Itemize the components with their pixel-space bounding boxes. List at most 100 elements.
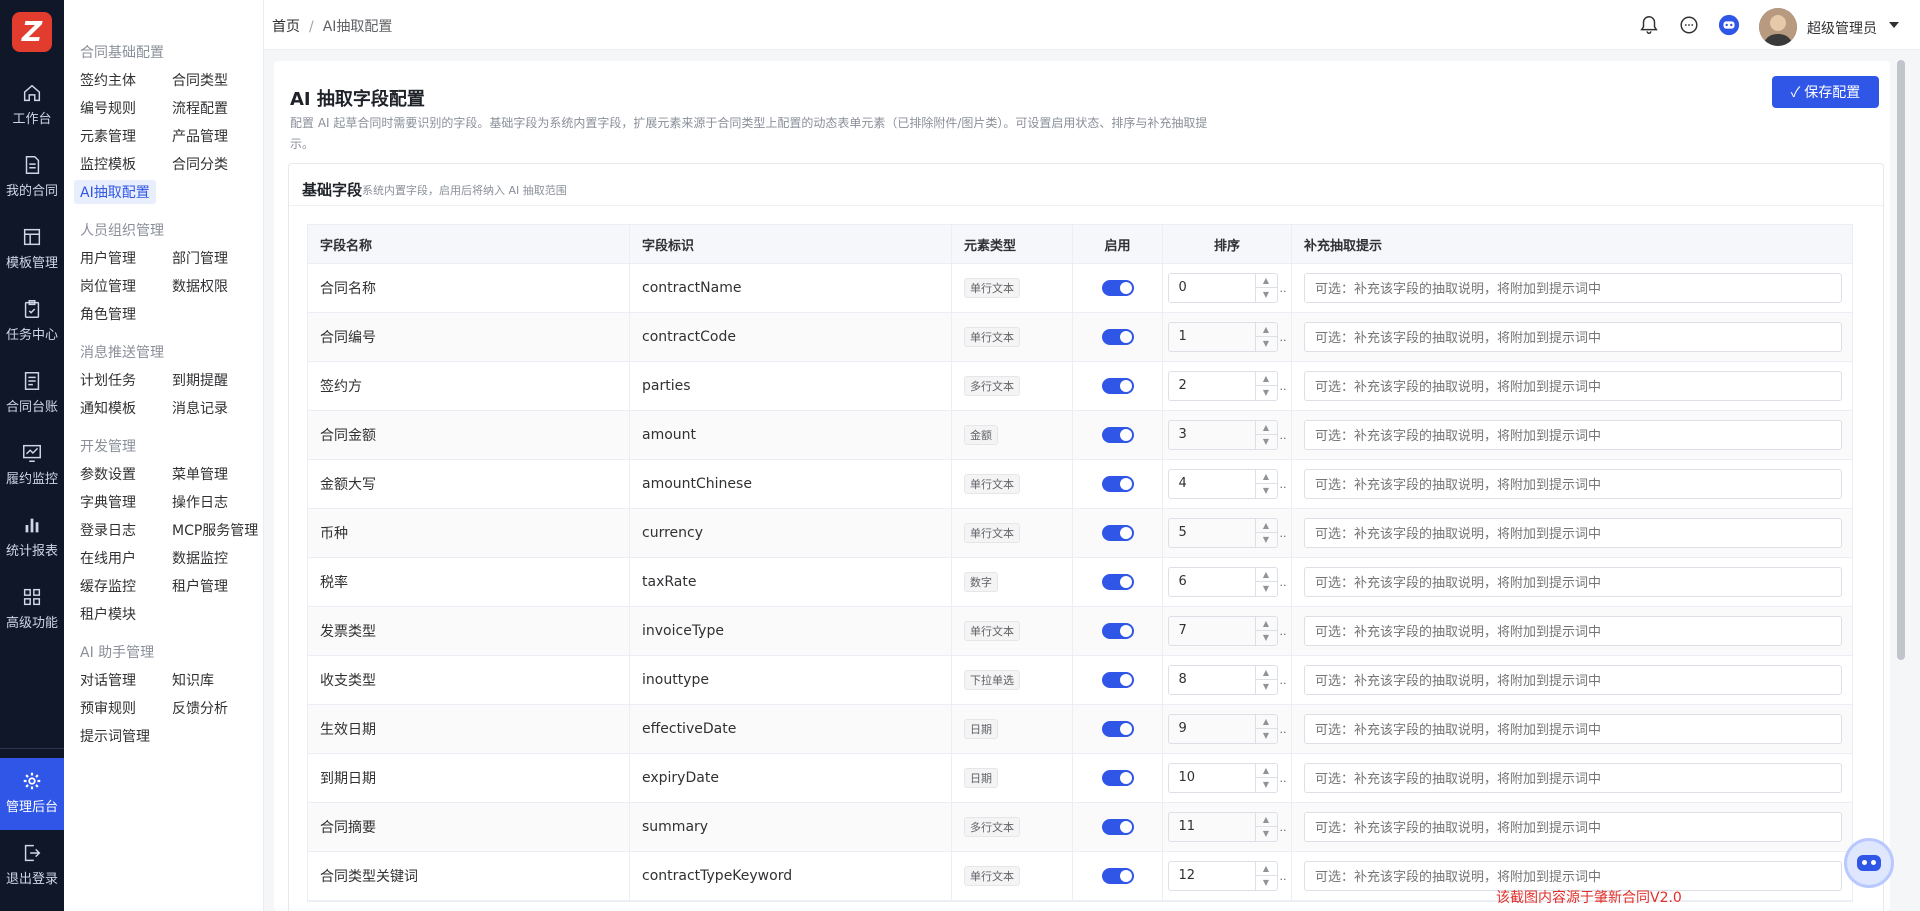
submenu-item[interactable]: 角色管理 xyxy=(80,304,136,324)
order-stepper[interactable]: 4 ▲ ▼ xyxy=(1167,469,1278,499)
order-stepper[interactable]: 1 ▲ ▼ xyxy=(1167,322,1278,352)
submenu-item[interactable]: 签约主体 xyxy=(80,70,136,90)
chevron-up-icon[interactable]: ▲ xyxy=(1255,470,1277,484)
chevron-down-icon[interactable]: ▼ xyxy=(1256,533,1277,547)
hint-input[interactable] xyxy=(1304,616,1842,646)
avatar[interactable] xyxy=(1759,8,1797,46)
submenu-item[interactable]: 用户管理 xyxy=(80,248,136,268)
submenu-item[interactable]: 通知模板 xyxy=(80,398,136,418)
submenu-item[interactable]: 合同类型 xyxy=(172,70,228,90)
submenu-item[interactable]: MCP服务管理 xyxy=(172,520,258,540)
user-name[interactable]: 超级管理员 xyxy=(1807,18,1877,38)
order-stepper[interactable]: 8 ▲ ▼ xyxy=(1167,665,1278,695)
chevron-up-icon[interactable]: ▲ xyxy=(1255,274,1277,288)
rail-item-4[interactable]: 合同台账 xyxy=(0,358,64,430)
breadcrumb-home[interactable]: 首页 xyxy=(272,19,300,35)
chevron-down-icon[interactable]: ▼ xyxy=(1256,680,1277,694)
save-button[interactable]: ✓ 保存配置 xyxy=(1772,76,1879,108)
bell-icon[interactable] xyxy=(1638,14,1660,36)
chevron-up-icon[interactable]: ▲ xyxy=(1255,813,1277,827)
chevron-up-icon[interactable]: ▲ xyxy=(1255,666,1277,680)
order-stepper[interactable]: 6 ▲ ▼ xyxy=(1167,567,1278,597)
chevron-down-icon[interactable]: ▼ xyxy=(1256,435,1277,449)
chevron-down-icon[interactable]: ▼ xyxy=(1256,778,1277,792)
enable-toggle[interactable] xyxy=(1101,329,1134,345)
rail-item-8[interactable]: 管理后台 xyxy=(0,758,64,830)
submenu-item[interactable]: 合同分类 xyxy=(172,154,228,174)
enable-toggle[interactable] xyxy=(1101,770,1134,786)
hint-input[interactable] xyxy=(1304,322,1842,352)
chevron-up-icon[interactable]: ▲ xyxy=(1255,715,1277,729)
submenu-item[interactable]: 登录日志 xyxy=(80,520,136,540)
submenu-item[interactable]: 监控模板 xyxy=(80,154,136,174)
chevron-up-icon[interactable]: ▲ xyxy=(1255,568,1277,582)
enable-toggle[interactable] xyxy=(1101,378,1134,394)
robot-icon[interactable] xyxy=(1718,14,1740,36)
order-stepper[interactable]: 9 ▲ ▼ xyxy=(1167,714,1278,744)
chat-icon[interactable] xyxy=(1678,14,1700,36)
submenu-item[interactable]: 部门管理 xyxy=(172,248,228,268)
chevron-up-icon[interactable]: ▲ xyxy=(1255,617,1277,631)
submenu-item[interactable]: 编号规则 xyxy=(80,98,136,118)
submenu-item[interactable]: 参数设置 xyxy=(80,464,136,484)
submenu-item[interactable]: 提示词管理 xyxy=(80,726,150,746)
hint-input[interactable] xyxy=(1304,567,1842,597)
rail-item-2[interactable]: 模板管理 xyxy=(0,214,64,286)
chevron-down-icon[interactable]: ▼ xyxy=(1256,337,1277,351)
hint-input[interactable] xyxy=(1304,371,1842,401)
submenu-item[interactable]: 流程配置 xyxy=(172,98,228,118)
submenu-item[interactable]: 租户模块 xyxy=(80,604,136,624)
chevron-up-icon[interactable]: ▲ xyxy=(1255,862,1277,876)
order-stepper[interactable]: 12 ▲ ▼ xyxy=(1167,861,1278,891)
hint-input[interactable] xyxy=(1304,812,1842,842)
submenu-item[interactable]: 消息记录 xyxy=(172,398,228,418)
submenu-item[interactable]: 租户管理 xyxy=(172,576,228,596)
hint-input[interactable] xyxy=(1304,665,1842,695)
order-stepper[interactable]: 10 ▲ ▼ xyxy=(1167,763,1278,793)
submenu-item[interactable]: 数据监控 xyxy=(172,548,228,568)
order-stepper[interactable]: 11 ▲ ▼ xyxy=(1167,812,1278,842)
chevron-down-icon[interactable]: ▼ xyxy=(1256,288,1277,302)
hint-input[interactable] xyxy=(1304,518,1842,548)
submenu-item[interactable]: AI抽取配置 xyxy=(74,180,156,204)
enable-toggle[interactable] xyxy=(1101,280,1134,296)
chevron-up-icon[interactable]: ▲ xyxy=(1255,764,1277,778)
enable-toggle[interactable] xyxy=(1101,427,1134,443)
chevron-down-icon[interactable]: ▼ xyxy=(1256,631,1277,645)
rail-item-6[interactable]: 统计报表 xyxy=(0,502,64,574)
chevron-up-icon[interactable]: ▲ xyxy=(1255,421,1277,435)
rail-item-5[interactable]: 履约监控 xyxy=(0,430,64,502)
rail-item-9[interactable]: 退出登录 xyxy=(0,830,64,902)
enable-toggle[interactable] xyxy=(1101,574,1134,590)
chevron-up-icon[interactable]: ▲ xyxy=(1255,323,1277,337)
hint-input[interactable] xyxy=(1304,273,1842,303)
submenu-item[interactable]: 菜单管理 xyxy=(172,464,228,484)
chevron-down-icon[interactable]: ▼ xyxy=(1256,827,1277,841)
submenu-item[interactable]: 数据权限 xyxy=(172,276,228,296)
enable-toggle[interactable] xyxy=(1101,868,1134,884)
enable-toggle[interactable] xyxy=(1101,476,1134,492)
hint-input[interactable] xyxy=(1304,420,1842,450)
chevron-down-icon[interactable]: ▼ xyxy=(1256,386,1277,400)
enable-toggle[interactable] xyxy=(1101,819,1134,835)
hint-input[interactable] xyxy=(1304,714,1842,744)
user-dropdown-caret-icon[interactable] xyxy=(1889,22,1899,28)
submenu-item[interactable]: 计划任务 xyxy=(80,370,136,390)
submenu-item[interactable]: 字典管理 xyxy=(80,492,136,512)
enable-toggle[interactable] xyxy=(1101,672,1134,688)
submenu-item[interactable]: 元素管理 xyxy=(80,126,136,146)
enable-toggle[interactable] xyxy=(1101,623,1134,639)
chevron-up-icon[interactable]: ▲ xyxy=(1255,372,1277,386)
submenu-item[interactable]: 在线用户 xyxy=(80,548,136,568)
page-scrollbar[interactable] xyxy=(1897,60,1905,660)
order-stepper[interactable]: 5 ▲ ▼ xyxy=(1167,518,1278,548)
submenu-item[interactable]: 到期提醒 xyxy=(172,370,228,390)
submenu-item[interactable]: 缓存监控 xyxy=(80,576,136,596)
submenu-item[interactable]: 对话管理 xyxy=(80,670,136,690)
chevron-down-icon[interactable]: ▼ xyxy=(1256,484,1277,498)
order-stepper[interactable]: 2 ▲ ▼ xyxy=(1167,371,1278,401)
ai-assistant-button[interactable] xyxy=(1844,838,1894,888)
enable-toggle[interactable] xyxy=(1101,721,1134,737)
submenu-item[interactable]: 岗位管理 xyxy=(80,276,136,296)
chevron-down-icon[interactable]: ▼ xyxy=(1256,876,1277,890)
